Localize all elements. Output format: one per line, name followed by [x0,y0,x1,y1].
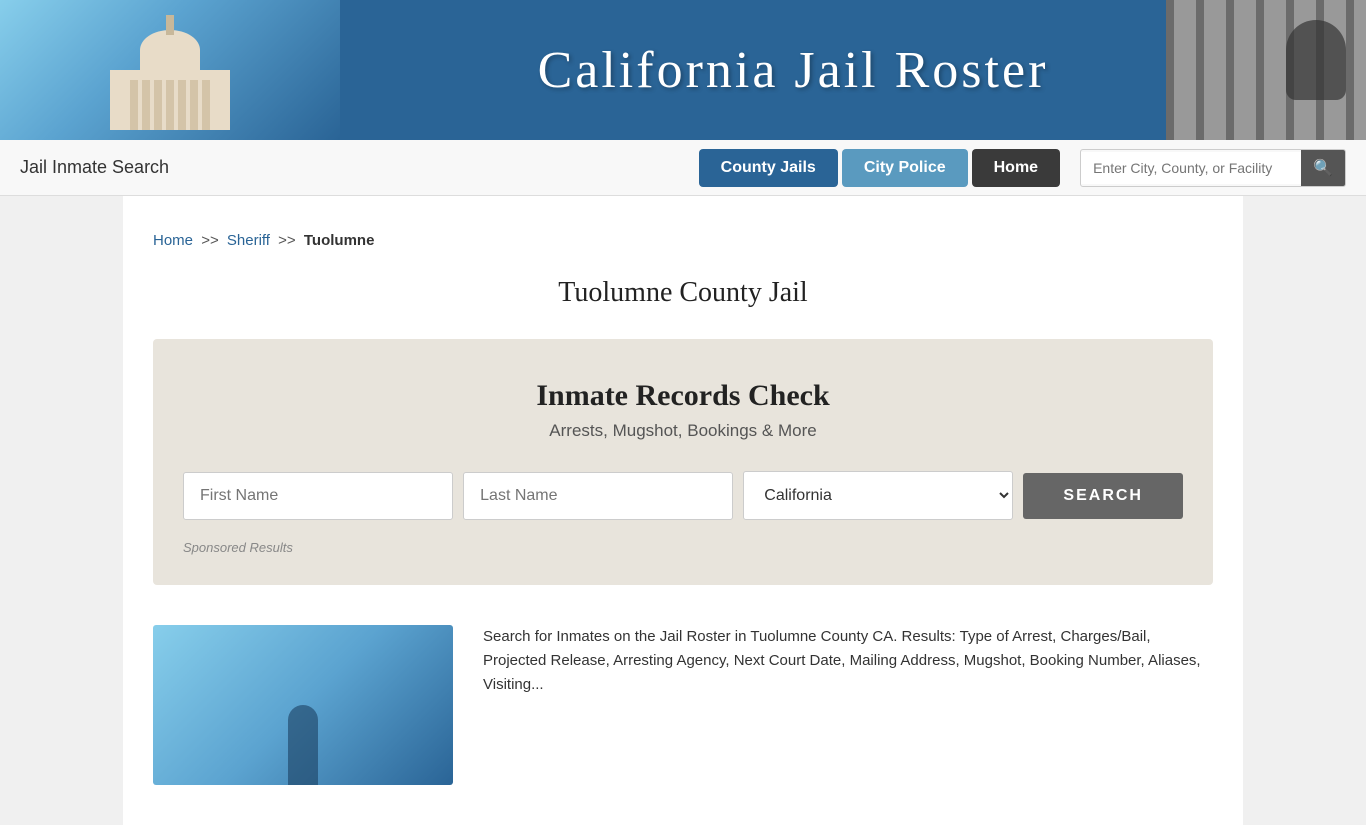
header-right-image [1166,0,1366,140]
navbar: Jail Inmate Search County Jails City Pol… [0,140,1366,196]
home-button[interactable]: Home [972,149,1060,187]
navbar-brand: Jail Inmate Search [20,157,679,178]
site-title: California Jail Roster [340,0,1246,140]
sponsored-label: Sponsored Results [183,540,1183,555]
search-submit-button[interactable]: SEARCH [1023,473,1183,519]
bottom-section: Search for Inmates on the Jail Roster in… [153,605,1213,805]
search-form: AlabamaAlaskaArizonaArkansasCaliforniaCo… [183,471,1183,520]
header-banner: California Jail Roster [0,0,1366,140]
first-name-input[interactable] [183,472,453,520]
search-panel-title: Inmate Records Check [183,379,1183,413]
navbar-search-button[interactable]: 🔍 [1301,150,1345,186]
hand-silhouette [1286,20,1346,100]
navbar-nav: County Jails City Police Home [699,149,1060,187]
city-police-button[interactable]: City Police [842,149,968,187]
breadcrumb-current: Tuolumne [304,232,375,249]
main-content: Home >> Sheriff >> Tuolumne Tuolumne Cou… [123,196,1243,825]
breadcrumb-separator-2: >> [278,232,296,249]
navbar-search-input[interactable] [1081,152,1301,184]
search-panel-subtitle: Arrests, Mugshot, Bookings & More [183,421,1183,441]
state-select[interactable]: AlabamaAlaskaArizonaArkansasCaliforniaCo… [743,471,1013,520]
breadcrumb-separator-1: >> [201,232,219,249]
breadcrumb-sheriff[interactable]: Sheriff [227,232,270,249]
county-jails-button[interactable]: County Jails [699,149,838,187]
search-panel: Inmate Records Check Arrests, Mugshot, B… [153,339,1213,585]
jail-bars [1166,0,1366,140]
capitol-dome [140,30,200,70]
last-name-input[interactable] [463,472,733,520]
statue-silhouette [288,705,318,785]
capitol-building [70,30,270,140]
navbar-search: 🔍 [1080,149,1346,187]
capitol-image [0,0,340,140]
breadcrumb: Home >> Sheriff >> Tuolumne [153,216,1213,257]
page-title: Tuolumne County Jail [153,257,1213,319]
site-title-text: California Jail Roster [538,41,1049,100]
capitol-body [110,70,230,130]
bottom-image [153,625,453,785]
breadcrumb-home[interactable]: Home [153,232,193,249]
bottom-description: Search for Inmates on the Jail Roster in… [483,625,1213,697]
